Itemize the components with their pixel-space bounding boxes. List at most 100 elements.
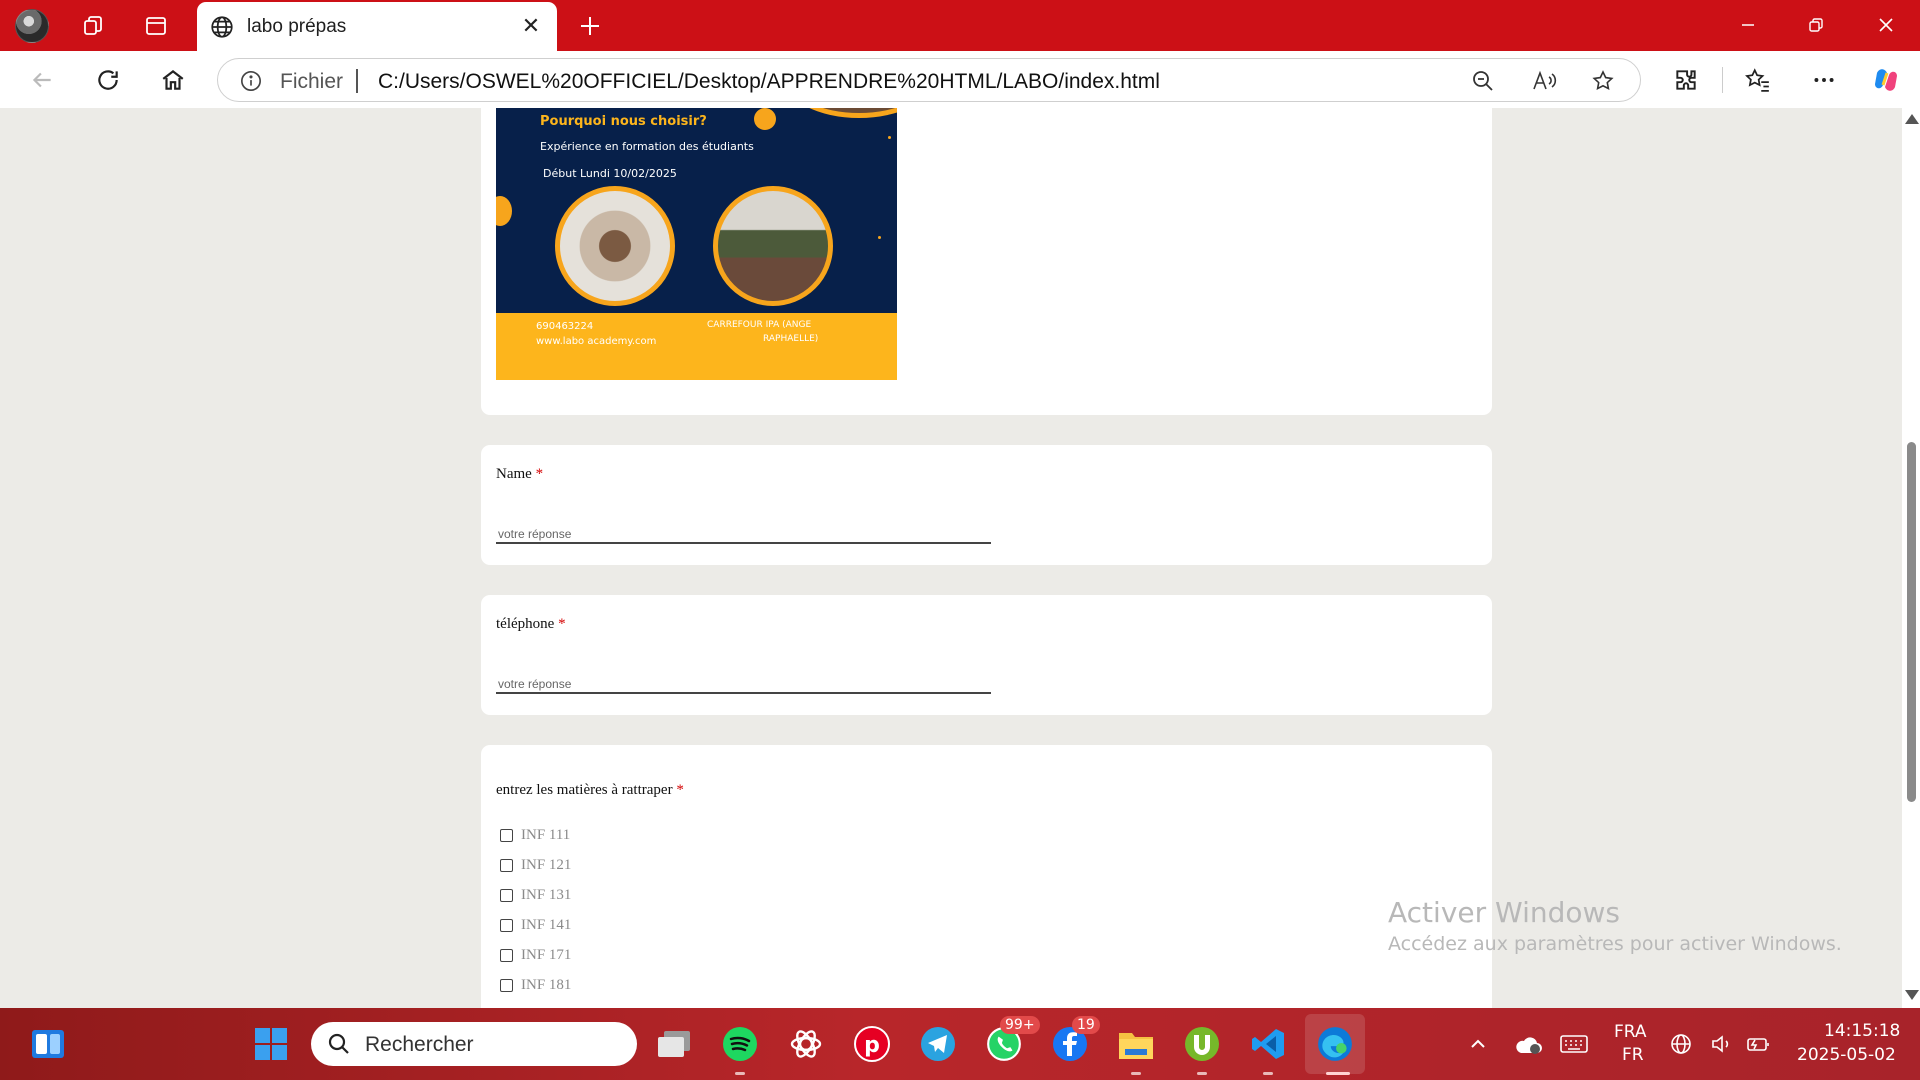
running-indicator [1263, 1072, 1273, 1075]
task-view-icon[interactable] [652, 1022, 696, 1066]
subjects-label-text: entrez les matières à rattraper [496, 782, 673, 798]
watermark-title: Activer Windows [1388, 896, 1621, 929]
vertical-tabs-icon[interactable] [137, 8, 175, 44]
checkbox[interactable] [500, 889, 513, 902]
flyer-footer-band: 690463224 www.labo academy.com CARREFOUR… [496, 313, 897, 380]
battery-icon[interactable] [1744, 1022, 1772, 1066]
profile-avatar[interactable] [15, 9, 49, 43]
clock-date[interactable]: 2025-05-02 [1797, 1045, 1896, 1065]
file-explorer-icon[interactable] [1114, 1022, 1158, 1066]
telegram-icon[interactable] [916, 1022, 960, 1066]
volume-icon[interactable] [1710, 1022, 1734, 1066]
subject-label: INF 111 [521, 827, 571, 843]
scroll-up-arrow-icon[interactable] [1905, 114, 1919, 124]
subject-label: INF 171 [521, 947, 572, 963]
search-placeholder: Rechercher [365, 1033, 474, 1056]
checkbox[interactable] [500, 919, 513, 932]
workspaces-icon[interactable] [74, 8, 112, 44]
onedrive-cloud-icon[interactable] [1506, 1022, 1550, 1066]
flyer-website: www.labo academy.com [536, 336, 657, 347]
flyer-top-photo-circle [784, 108, 897, 118]
windows-activation-watermark: Activer Windows Accédez aux paramètres p… [1388, 896, 1842, 955]
flyer-decor-dot [754, 108, 776, 130]
file-scheme-label: Fichier [280, 70, 344, 93]
flyer-decor-dot [888, 136, 891, 139]
flyer-line-1: Expérience en formation des étudiants [540, 140, 754, 153]
subject-option-inf131[interactable]: INF 131 [500, 887, 571, 904]
widgets-icon[interactable] [26, 1022, 70, 1066]
chatgpt-icon[interactable] [784, 1022, 828, 1066]
refresh-button[interactable] [88, 60, 128, 100]
pinterest-icon[interactable]: p [850, 1022, 894, 1066]
page-scrollbar[interactable] [1902, 108, 1920, 1008]
phone-question-card: téléphone * [481, 595, 1492, 715]
copilot-icon[interactable] [1866, 60, 1906, 100]
running-indicator [1197, 1072, 1207, 1075]
utorrent-icon[interactable] [1180, 1022, 1224, 1066]
subject-option-inf121[interactable]: INF 121 [500, 857, 571, 874]
close-window-button[interactable] [1862, 5, 1910, 45]
phone-label-text: téléphone [496, 616, 555, 632]
omnibox-separator [356, 69, 358, 93]
running-indicator [735, 1072, 745, 1075]
scroll-thumb[interactable] [1907, 442, 1916, 802]
checkbox[interactable] [500, 829, 513, 842]
checkbox[interactable] [500, 859, 513, 872]
show-hidden-icons-chevron-icon[interactable] [1456, 1022, 1500, 1066]
subject-option-inf181[interactable]: INF 181 [500, 977, 571, 994]
globe-icon [209, 14, 235, 40]
clock-time[interactable]: 14:15:18 [1824, 1021, 1900, 1041]
zoom-out-icon[interactable] [1469, 67, 1497, 95]
info-icon[interactable] [240, 70, 262, 92]
subjects-question-card: entrez les matières à rattraper * INF 11… [481, 745, 1492, 1008]
scroll-down-arrow-icon[interactable] [1905, 990, 1919, 1000]
windows-taskbar: Rechercher p 99+ 19 FRA FR 14:15:18 2025… [0, 1008, 1920, 1080]
language-indicator-bottom[interactable]: FR [1622, 1045, 1644, 1065]
phone-label: téléphone * [496, 616, 566, 633]
flyer-photo-students [713, 186, 833, 306]
new-tab-button[interactable] [572, 8, 608, 44]
phone-input[interactable] [496, 676, 991, 694]
keyboard-icon[interactable] [1552, 1022, 1596, 1066]
tab-labo-prepas[interactable]: labo prépas ✕ [197, 2, 557, 51]
read-aloud-icon[interactable] [1530, 67, 1558, 95]
checkbox[interactable] [500, 979, 513, 992]
url-text[interactable]: C:/Users/OSWEL%20OFFICIEL/Desktop/APPREN… [378, 70, 1160, 94]
taskbar-search-box[interactable]: Rechercher [311, 1022, 637, 1066]
page-viewport: Pourquoi nous choisir? Expérience en for… [0, 108, 1920, 1008]
restore-button[interactable] [1792, 5, 1840, 45]
minimize-button[interactable] [1724, 5, 1772, 45]
home-button[interactable] [153, 60, 193, 100]
svg-text:p: p [864, 1033, 880, 1058]
close-tab-icon[interactable]: ✕ [517, 12, 545, 40]
name-label: Name * [496, 466, 543, 483]
favorites-icon[interactable] [1738, 60, 1778, 100]
network-globe-icon[interactable] [1666, 1022, 1696, 1066]
whatsapp-notification-badge: 99+ [1000, 1016, 1040, 1034]
name-input[interactable] [496, 526, 991, 544]
browser-title-bar: labo prépas ✕ [0, 0, 1920, 51]
more-options-icon[interactable] [1804, 60, 1844, 100]
subject-option-inf171[interactable]: INF 171 [500, 947, 571, 964]
facebook-icon[interactable]: 19 [1048, 1016, 1100, 1066]
whatsapp-icon[interactable]: 99+ [982, 1016, 1040, 1066]
subject-label: INF 181 [521, 977, 572, 993]
back-button[interactable] [22, 60, 62, 100]
address-bar[interactable]: Fichier C:/Users/OSWEL%20OFFICIEL/Deskto… [217, 58, 1641, 102]
promotional-flyer-image: Pourquoi nous choisir? Expérience en for… [496, 108, 897, 380]
edge-browser-icon[interactable] [1313, 1022, 1357, 1066]
extensions-icon[interactable] [1666, 60, 1706, 100]
flyer-line-2: Début Lundi 10/02/2025 [543, 167, 677, 180]
watermark-subtitle: Accédez aux paramètres pour activer Wind… [1388, 933, 1842, 955]
tab-title: labo prépas [247, 16, 347, 37]
favorite-star-icon[interactable] [1589, 67, 1617, 95]
language-indicator-top[interactable]: FRA [1614, 1022, 1647, 1042]
checkbox[interactable] [500, 949, 513, 962]
windows-start-icon[interactable] [249, 1022, 293, 1066]
flyer-phone: 690463224 [536, 321, 594, 332]
spotify-icon[interactable] [718, 1022, 762, 1066]
subject-label: INF 131 [521, 887, 572, 903]
vscode-icon[interactable] [1246, 1022, 1290, 1066]
subject-option-inf111[interactable]: INF 111 [500, 827, 570, 844]
subject-option-inf141[interactable]: INF 141 [500, 917, 571, 934]
